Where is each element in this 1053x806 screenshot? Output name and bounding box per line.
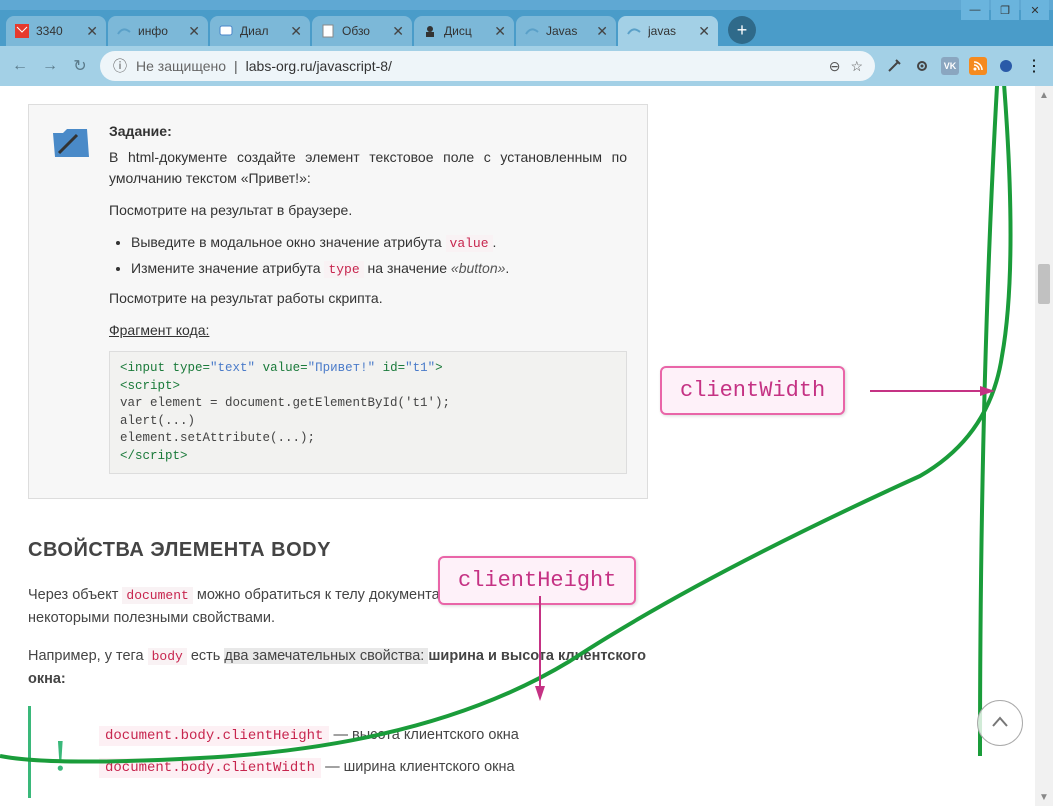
task-list: Выведите в модальное окно значение атриб… (109, 232, 627, 280)
site-icon (626, 23, 642, 39)
viewport: Задание: В html-документе создайте элеме… (0, 86, 1053, 806)
code-block: <input type="text" value="Привет!" id="t… (109, 351, 627, 474)
code-value: value (446, 235, 493, 252)
doc-icon (320, 23, 336, 39)
reload-button[interactable]: ↻ (70, 56, 90, 76)
info-icon[interactable]: ⓘ (112, 58, 128, 74)
site-icon (116, 23, 132, 39)
tab-7-active[interactable]: javas ✕ (618, 16, 718, 46)
list-item: Измените значение атрибута type на значе… (131, 258, 627, 280)
mail-icon (14, 23, 30, 39)
site-icon (524, 23, 540, 39)
scroll-up-button[interactable]: ▲ (1035, 86, 1053, 104)
close-icon[interactable]: ✕ (392, 23, 404, 40)
folder-icon (49, 121, 93, 165)
info-block: ! document.body.clientHeight — высота кл… (28, 706, 658, 797)
dot-icon[interactable] (997, 57, 1015, 75)
back-button[interactable]: ← (10, 56, 30, 76)
tab-5[interactable]: Дисц ✕ (414, 16, 514, 46)
gear-icon[interactable] (913, 57, 931, 75)
tab-4[interactable]: Обзо ✕ (312, 16, 412, 46)
callout-clientwidth: clientWidth (660, 366, 845, 415)
zoom-icon[interactable]: ⊖ (829, 58, 841, 75)
omnibox[interactable]: ⓘ Не защищено | labs-org.ru/javascript-8… (100, 51, 875, 81)
scrollbar-vertical[interactable]: ▲ ▼ (1035, 86, 1053, 806)
divider: | (234, 58, 238, 74)
close-icon[interactable]: ✕ (86, 23, 98, 40)
close-icon[interactable]: ✕ (188, 23, 200, 40)
wand-icon[interactable] (885, 57, 903, 75)
code-document: document (122, 587, 192, 604)
callout-clientheight: clientHeight (438, 556, 636, 605)
tab-label: Javas (546, 24, 590, 38)
chat-icon (218, 23, 234, 39)
code-clientheight: document.body.clientHeight (99, 726, 329, 746)
tab-label: 3340 (36, 24, 80, 38)
list-item: Выведите в модальное окно значение атриб… (131, 232, 627, 254)
forward-button[interactable]: → (40, 56, 60, 76)
tab-label: Обзо (342, 24, 386, 38)
star-icon[interactable]: ☆ (850, 58, 863, 75)
window-controls: — ❐ ✕ (961, 0, 1049, 20)
task-text: Посмотрите на результат в браузере. (109, 200, 627, 222)
code-type: type (324, 261, 363, 278)
scroll-down-button[interactable]: ▼ (1035, 788, 1053, 806)
extension-icons: VK ⋮ (885, 57, 1043, 75)
close-icon[interactable]: ✕ (290, 23, 302, 40)
tab-3[interactable]: Диал ✕ (210, 16, 310, 46)
task-title: Задание: (109, 121, 627, 143)
tab-label: Дисц (444, 24, 488, 38)
person-icon (422, 23, 438, 39)
addressbar: ← → ↻ ⓘ Не защищено | labs-org.ru/javasc… (0, 46, 1053, 86)
task-box: Задание: В html-документе создайте элеме… (28, 104, 648, 499)
menu-icon[interactable]: ⋮ (1025, 57, 1043, 75)
url-text: labs-org.ru/javascript-8/ (246, 58, 392, 74)
scroll-top-button[interactable] (977, 700, 1023, 746)
minimize-button[interactable]: — (961, 0, 989, 20)
exclaim-icon: ! (53, 722, 68, 790)
tabstrip: 3340 ✕ инфо ✕ Диал ✕ Обзо ✕ Дисц ✕ Javas… (0, 10, 1053, 46)
tab-2[interactable]: инфо ✕ (108, 16, 208, 46)
security-status: Не защищено (136, 58, 226, 74)
code-clientwidth: document.body.clientWidth (99, 758, 321, 778)
new-tab-button[interactable]: + (728, 16, 756, 44)
tab-label: инфо (138, 24, 182, 38)
task-text: Посмотрите на результат работы скрипта. (109, 288, 627, 310)
maximize-button[interactable]: ❐ (991, 0, 1019, 20)
tab-label: Диал (240, 24, 284, 38)
close-icon[interactable]: ✕ (596, 23, 608, 40)
tab-1[interactable]: 3340 ✕ (6, 16, 106, 46)
close-icon[interactable]: ✕ (698, 23, 710, 40)
close-icon[interactable]: ✕ (494, 23, 506, 40)
close-button[interactable]: ✕ (1021, 0, 1049, 20)
vk-icon[interactable]: VK (941, 57, 959, 75)
code-body: body (148, 648, 187, 665)
tab-label: javas (648, 24, 692, 38)
paragraph: Например, у тега body есть два замечател… (28, 645, 658, 690)
tab-6[interactable]: Javas ✕ (516, 16, 616, 46)
rss-icon[interactable] (969, 57, 987, 75)
fragment-link[interactable]: Фрагмент кода: (109, 320, 627, 342)
task-text: В html-документе создайте элемент тексто… (109, 147, 627, 190)
scroll-thumb[interactable] (1038, 264, 1050, 304)
